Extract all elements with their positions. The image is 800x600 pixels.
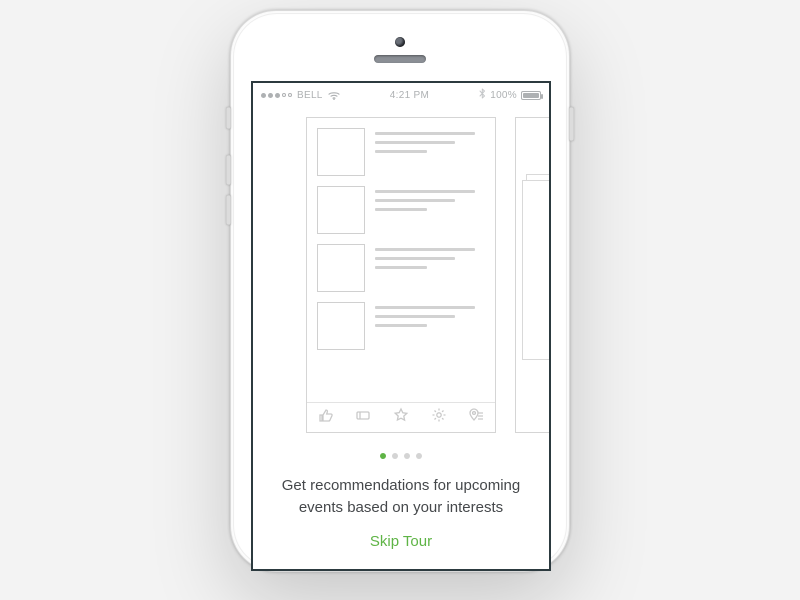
list-item — [307, 176, 495, 234]
tour-card — [306, 117, 496, 433]
volume-up-button — [226, 155, 231, 185]
battery-icon — [521, 91, 541, 100]
page-dot[interactable] — [392, 453, 398, 459]
list-item — [307, 292, 495, 350]
speaker-slot — [374, 55, 426, 63]
thumbnail-placeholder — [317, 128, 365, 176]
bluetooth-icon — [479, 88, 486, 102]
list-item — [307, 234, 495, 292]
ticket-icon — [355, 407, 371, 428]
page-dot[interactable] — [404, 453, 410, 459]
text-lines — [375, 302, 485, 350]
star-icon — [393, 407, 409, 428]
tour-caption: Get recommendations for upcoming events … — [253, 459, 549, 519]
text-lines — [375, 186, 485, 234]
page-dot[interactable] — [416, 453, 422, 459]
wifi-icon — [328, 91, 340, 100]
phone-screen: BELL 4:21 PM 100% — [251, 81, 551, 571]
page-dot[interactable] — [380, 453, 386, 459]
thumbs-up-icon — [318, 407, 334, 428]
silence-switch — [226, 107, 231, 129]
skip-tour-button[interactable]: Skip Tour — [253, 533, 549, 550]
tour-carousel[interactable] — [253, 117, 549, 447]
clock-label: 4:21 PM — [390, 90, 429, 101]
text-lines — [375, 128, 485, 176]
power-button — [569, 107, 574, 141]
map-pin-icon — [468, 407, 484, 428]
carrier-label: BELL — [297, 90, 323, 101]
thumbnail-placeholder — [317, 186, 365, 234]
volume-down-button — [226, 195, 231, 225]
signal-dots-icon — [261, 93, 292, 98]
tour-card-peek — [515, 117, 551, 433]
thumbnail-placeholder — [317, 244, 365, 292]
phone-frame: BELL 4:21 PM 100% — [230, 10, 570, 572]
status-bar: BELL 4:21 PM 100% — [253, 83, 549, 107]
text-lines — [375, 244, 485, 292]
mock-tab-bar — [307, 402, 495, 432]
battery-pct-label: 100% — [490, 90, 517, 101]
list-item — [307, 118, 495, 176]
thumbnail-placeholder — [317, 302, 365, 350]
camera-dot — [395, 37, 405, 47]
gear-icon — [431, 407, 447, 428]
